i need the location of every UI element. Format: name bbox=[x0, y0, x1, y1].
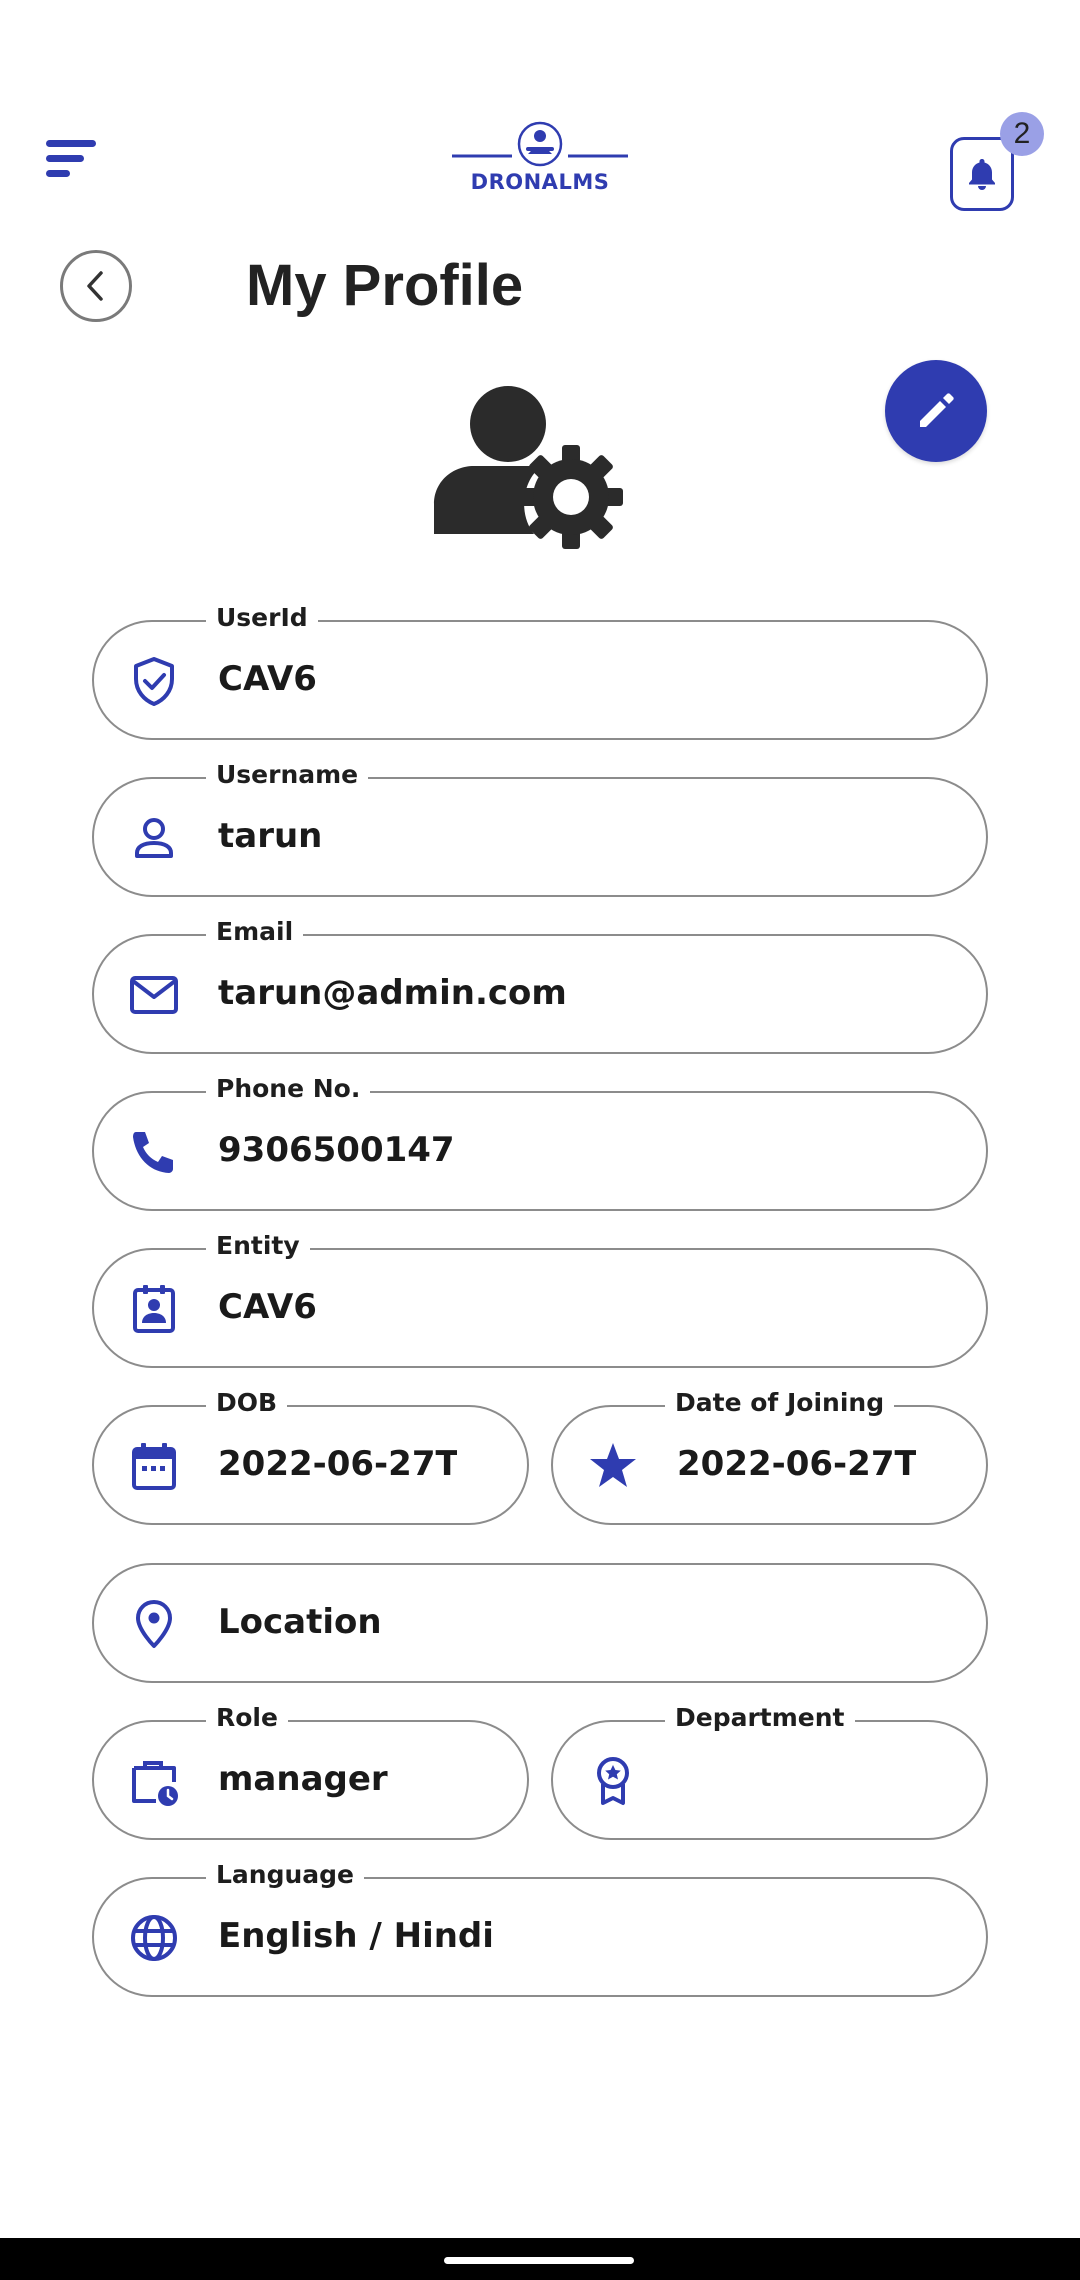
globe-icon bbox=[131, 1915, 177, 1961]
profile-avatar bbox=[430, 380, 630, 550]
mail-icon bbox=[130, 976, 178, 1014]
department-value bbox=[677, 1722, 960, 1837]
date-of-joining-value: 2022-06-27T00:00:00 bbox=[677, 1444, 916, 1484]
dob-field[interactable]: DOB 2022-06-27T00:00:00 bbox=[92, 1388, 529, 1525]
notification-count-badge: 2 bbox=[1000, 112, 1044, 156]
location-value: Location bbox=[218, 1602, 382, 1642]
username-value: tarun bbox=[218, 816, 323, 856]
phone-icon bbox=[133, 1132, 173, 1173]
award-icon bbox=[597, 1757, 629, 1805]
logo-text: DRONALMS bbox=[470, 170, 610, 194]
location-pin-icon bbox=[136, 1600, 172, 1648]
star-icon bbox=[590, 1443, 636, 1487]
username-field[interactable]: Username tarun bbox=[92, 760, 988, 897]
menu-button[interactable] bbox=[40, 130, 106, 186]
phone-field[interactable]: Phone No. 9306500147 bbox=[92, 1074, 988, 1211]
department-field[interactable]: Department bbox=[551, 1703, 988, 1840]
pencil-icon bbox=[920, 393, 954, 427]
user-settings-icon bbox=[434, 386, 623, 549]
email-field[interactable]: Email tarun@admin.com bbox=[92, 917, 988, 1054]
back-button[interactable] bbox=[60, 250, 132, 322]
user-id-value: CAV6 bbox=[218, 659, 317, 699]
dob-value: 2022-06-27T00:00:00 bbox=[218, 1444, 457, 1484]
home-indicator[interactable] bbox=[444, 2257, 634, 2264]
badge-icon bbox=[133, 1285, 175, 1333]
menu-icon bbox=[46, 140, 96, 147]
location-field[interactable]: Location bbox=[92, 1563, 988, 1683]
chevron-left-icon bbox=[87, 271, 103, 301]
page-title: My Profile bbox=[246, 253, 524, 318]
language-value: English / Hindi bbox=[218, 1916, 494, 1956]
person-icon bbox=[135, 818, 173, 858]
phone-value: 9306500147 bbox=[218, 1130, 455, 1170]
date-of-joining-field[interactable]: Date of Joining 2022-06-27T00:00:00 bbox=[551, 1388, 988, 1525]
bell-icon bbox=[969, 159, 995, 190]
app-logo: DRONALMS bbox=[450, 118, 630, 198]
user-id-field[interactable]: UserId CAV6 bbox=[92, 603, 988, 740]
email-value: tarun@admin.com bbox=[218, 973, 567, 1013]
logo-emblem-icon bbox=[452, 121, 628, 167]
entity-field[interactable]: Entity CAV6 bbox=[92, 1231, 988, 1368]
calendar-icon bbox=[132, 1443, 176, 1490]
role-value: manager bbox=[218, 1759, 388, 1799]
edit-profile-button[interactable] bbox=[885, 360, 987, 462]
entity-value: CAV6 bbox=[218, 1287, 317, 1327]
role-field[interactable]: Role manager bbox=[92, 1703, 529, 1840]
shield-check-icon bbox=[134, 657, 174, 706]
language-field[interactable]: Language English / Hindi bbox=[92, 1860, 988, 1997]
briefcase-clock-icon bbox=[132, 1761, 178, 1806]
